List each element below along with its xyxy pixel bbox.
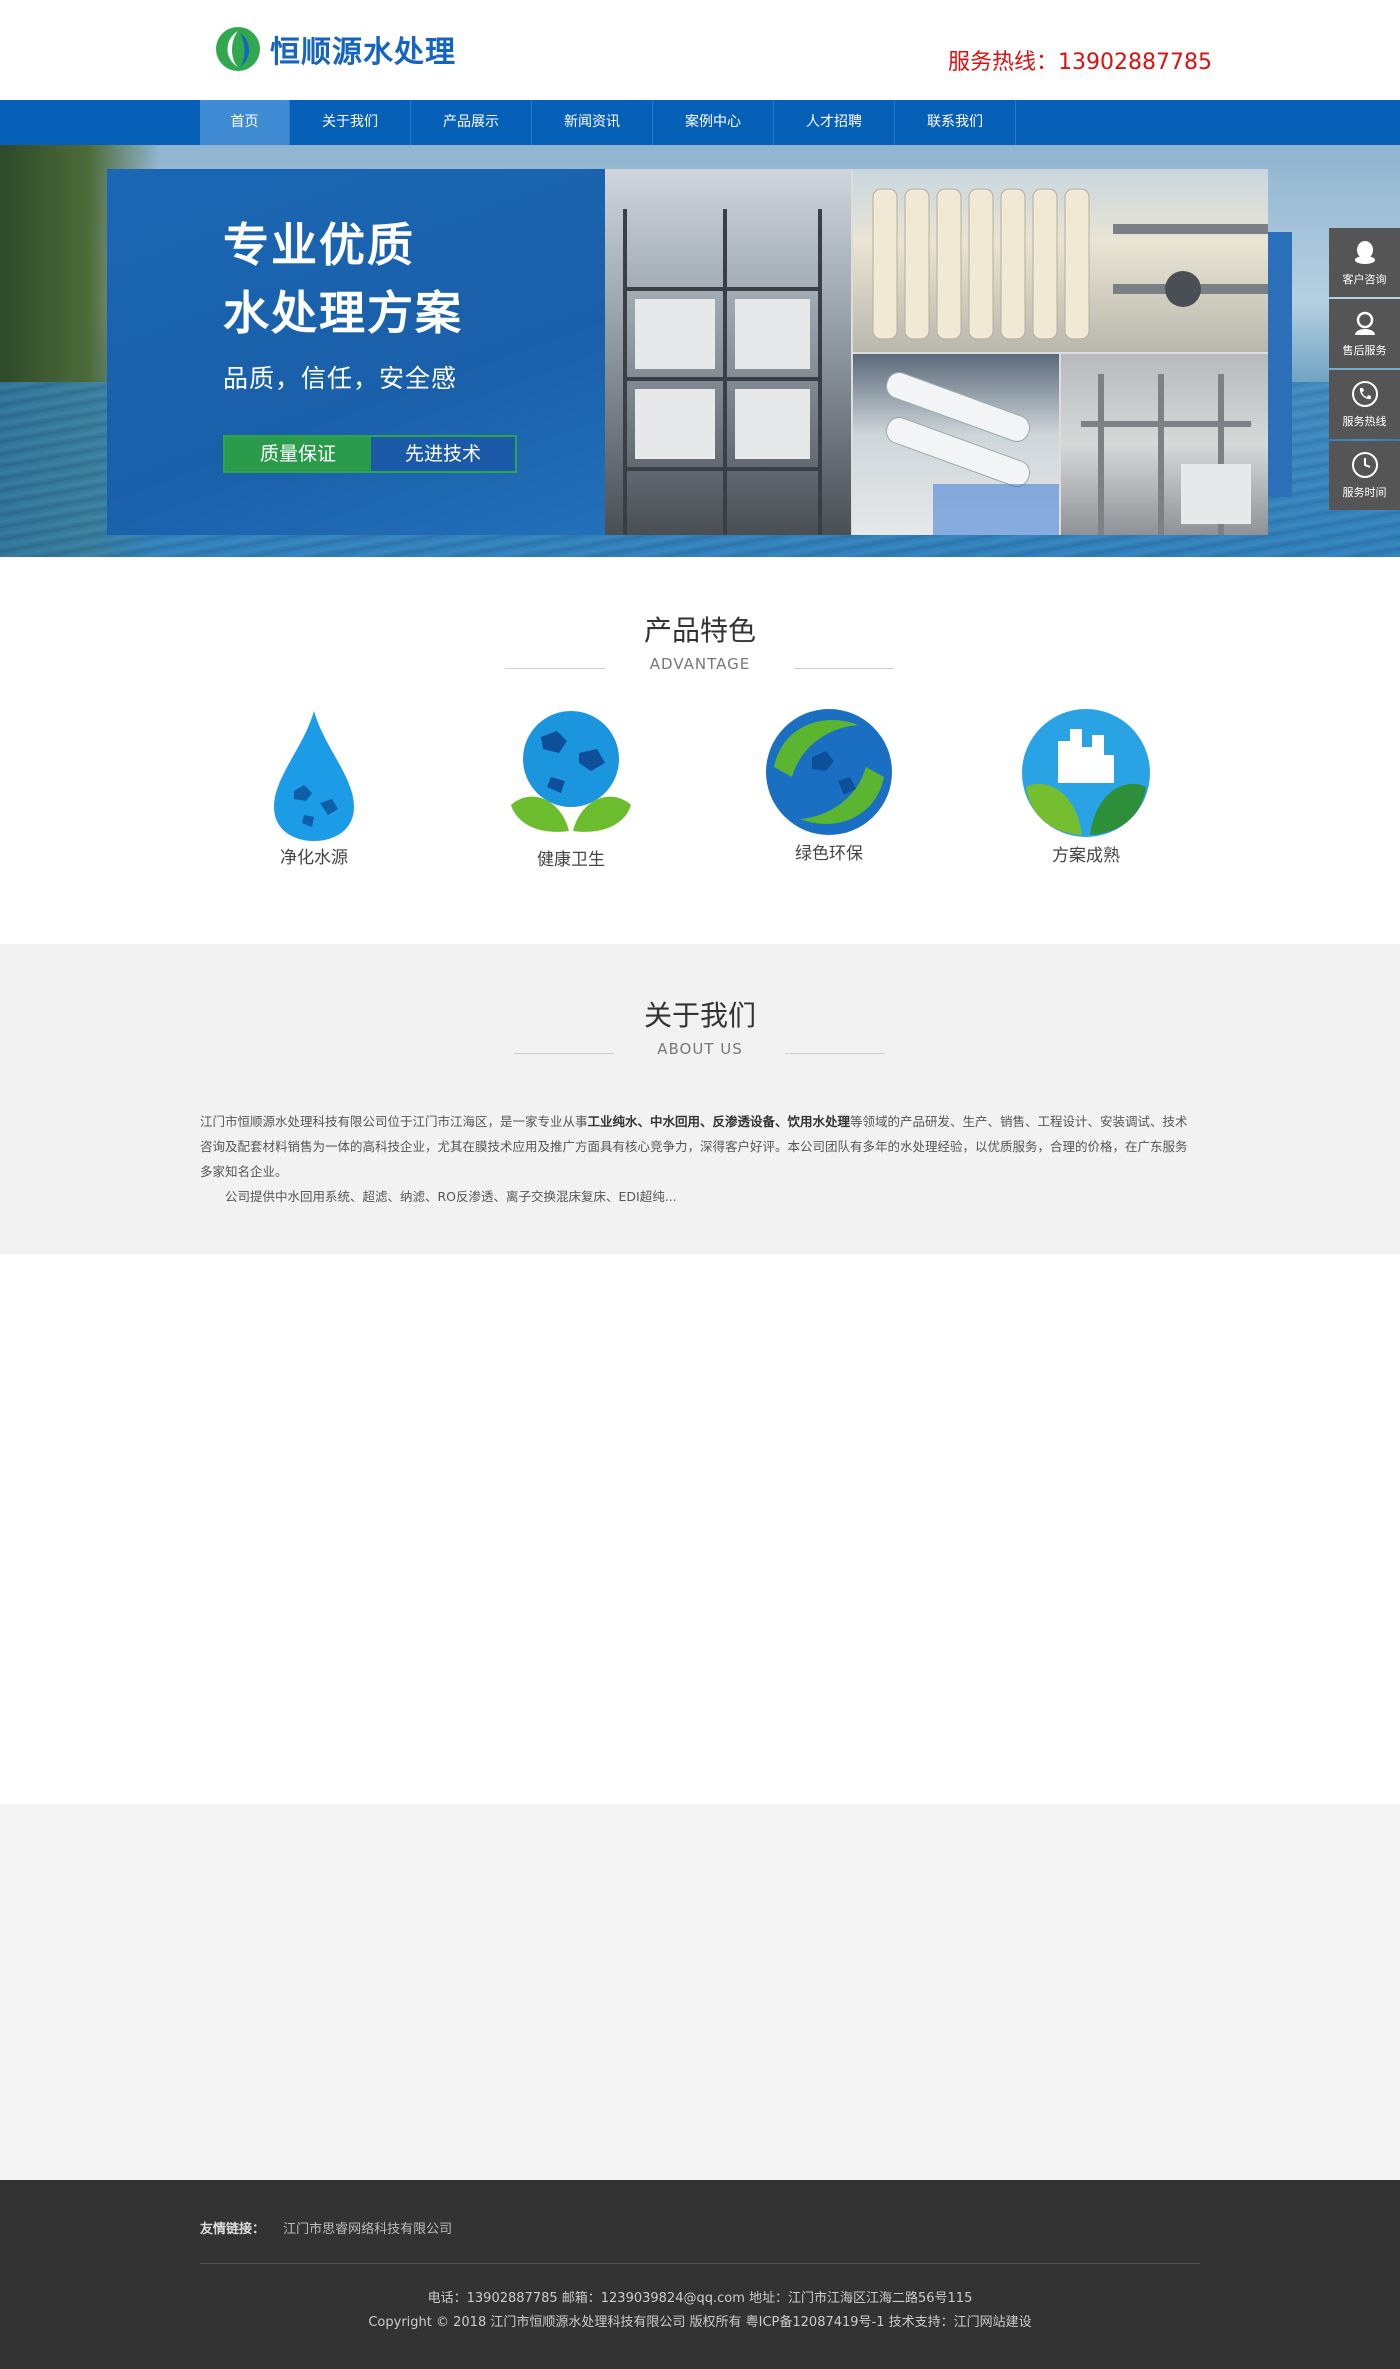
banner-headline: 专业优质 水处理方案	[223, 218, 463, 340]
hero-banner: 专业优质 水处理方案 品质，信任，安全感 质量保证 先进技术	[0, 145, 1400, 557]
friend-links-label: 友情链接：	[200, 2222, 266, 2237]
feature-item[interactable]: 健康卫生	[491, 707, 651, 870]
footer-divider	[200, 2263, 1200, 2264]
features-section: 产品特色 ADVANTAGE 净化水源 健康卫生 绿色环保 方案成熟	[0, 557, 1400, 944]
banner-text-panel: 专业优质 水处理方案 品质，信任，安全感 质量保证 先进技术	[107, 169, 607, 535]
site-footer: 友情链接： 江门市思睿网络科技有限公司 电话：13902887785 邮箱：12…	[0, 2180, 1400, 2369]
feature-item[interactable]: 净化水源	[234, 707, 394, 868]
site-header: 恒顺源水处理 服务热线：13902887785	[0, 0, 1400, 100]
clock-icon	[1351, 452, 1378, 478]
about-subheading: ABOUT US	[657, 1040, 743, 1058]
footer-copyright: Copyright © 2018 江门市恒顺源水处理科技有限公司 版权所有 粤I…	[368, 2315, 1032, 2330]
title-divider-right	[794, 668, 894, 669]
nav-item-about[interactable]: 关于我们	[290, 100, 411, 145]
globe-leaf-icon	[511, 711, 631, 832]
headset-agent-icon	[1354, 311, 1375, 335]
about-title: 关于我们 ABOUT US	[0, 994, 1400, 1058]
title-divider-left	[514, 1053, 614, 1054]
title-divider-right	[785, 1053, 885, 1054]
service-hotline-button[interactable]: 服务热线	[1329, 370, 1400, 439]
feature-label: 净化水源	[280, 848, 348, 868]
floating-service-bar: 客户咨询 售后服务 服务热线 服务时间	[1329, 228, 1400, 512]
water-drop-icon	[274, 711, 354, 841]
equipment-photo-3	[853, 354, 1059, 535]
logo-text: 恒顺源水处理	[270, 35, 456, 70]
banner-equipment-photos	[605, 169, 1268, 535]
equipment-photo-2	[853, 169, 1268, 352]
about-paragraph-1: 江门市恒顺源水处理科技有限公司位于江门市江海区，是一家专业从事工业纯水、中水回用…	[200, 1114, 1188, 1179]
city-leaf-icon	[1022, 709, 1150, 837]
nav-item-news[interactable]: 新闻资讯	[532, 100, 653, 145]
nav-item-home[interactable]: 首页	[200, 100, 290, 145]
nav-item-contact[interactable]: 联系我们	[895, 100, 1016, 145]
banner-subline: 品质，信任，安全感	[223, 364, 458, 393]
feature-item[interactable]: 绿色环保	[749, 707, 909, 864]
features-title: 产品特色 ADVANTAGE	[0, 609, 1400, 673]
friend-links: 友情链接： 江门市思睿网络科技有限公司	[200, 2218, 452, 2237]
feature-label: 健康卫生	[537, 850, 605, 870]
empty-content-area-gray	[0, 1804, 1400, 2180]
service-time-button[interactable]: 服务时间	[1329, 441, 1400, 510]
main-nav: 首页 关于我们 产品展示 新闻资讯 案例中心 人才招聘 联系我们	[0, 100, 1400, 145]
feature-label: 绿色环保	[795, 844, 863, 864]
service-hotline: 服务热线：13902887785	[948, 50, 1212, 75]
nav-item-products[interactable]: 产品展示	[411, 100, 532, 145]
qq-penguin-icon	[1354, 241, 1375, 264]
features-subheading: ADVANTAGE	[649, 655, 751, 673]
technology-badge: 先进技术	[371, 437, 515, 471]
equipment-photo-1	[605, 169, 851, 535]
logo-leaf-icon	[216, 27, 260, 71]
nav-item-cases[interactable]: 案例中心	[653, 100, 774, 145]
footer-contact: 电话：13902887785 邮箱：1239039824@qq.com 地址：江…	[427, 2291, 973, 2306]
site-logo[interactable]: 恒顺源水处理	[214, 25, 456, 73]
quality-badge: 质量保证	[225, 437, 371, 471]
equipment-photo-4	[1061, 354, 1268, 535]
nav-item-jobs[interactable]: 人才招聘	[774, 100, 895, 145]
about-section: 关于我们 ABOUT US 江门市恒顺源水处理科技有限公司位于江门市江海区，是一…	[0, 944, 1400, 1254]
friend-link[interactable]: 江门市思睿网络科技有限公司	[283, 2222, 452, 2237]
empty-content-area	[0, 1254, 1400, 1804]
customer-consult-button[interactable]: 客户咨询	[1329, 228, 1400, 297]
about-paragraph-2[interactable]: 公司提供中水回用系统、超滤、纳滤、RO反渗透、离子交换混床复床、EDI超纯...	[200, 1184, 1195, 1209]
phone-icon	[1351, 381, 1378, 407]
footer-info: 电话：13902887785 邮箱：1239039824@qq.com 地址：江…	[0, 2287, 1400, 2335]
feature-label: 方案成熟	[1052, 846, 1120, 866]
eco-globe-icon	[766, 709, 892, 835]
about-heading: 关于我们	[643, 999, 756, 1032]
banner-badges: 质量保证 先进技术	[223, 435, 517, 473]
about-description: 江门市恒顺源水处理科技有限公司位于江门市江海区，是一家专业从事工业纯水、中水回用…	[200, 1109, 1195, 1209]
title-divider-left	[505, 668, 605, 669]
features-heading: 产品特色	[643, 614, 756, 647]
feature-item[interactable]: 方案成熟	[1006, 707, 1166, 866]
after-sales-button[interactable]: 售后服务	[1329, 299, 1400, 368]
